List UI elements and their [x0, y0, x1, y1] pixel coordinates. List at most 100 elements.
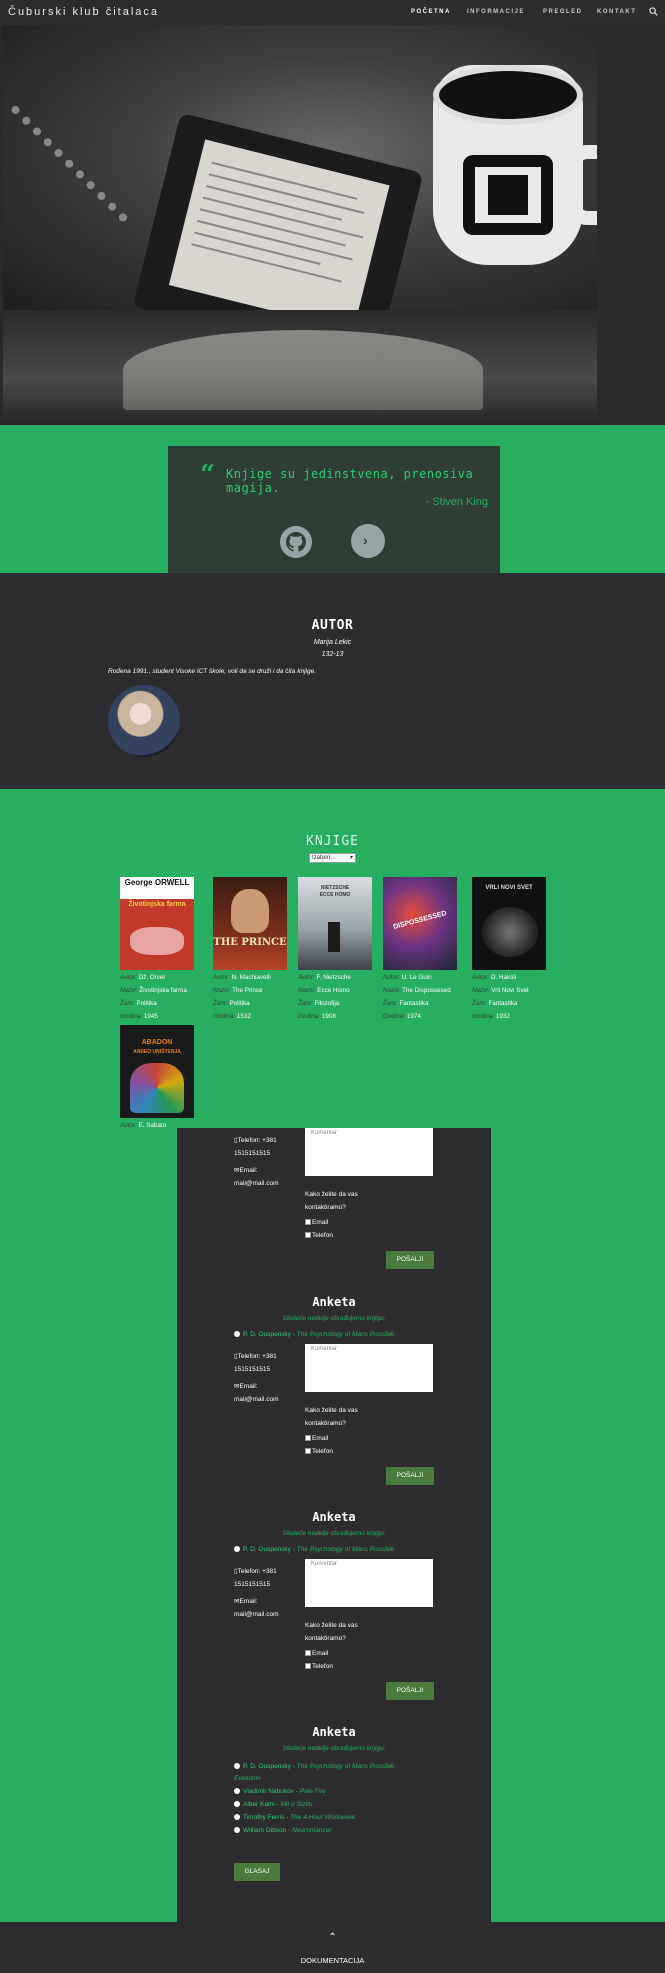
- nav-link-pocetna[interactable]: POČETNA: [411, 9, 451, 15]
- radio-button[interactable]: [234, 1788, 240, 1794]
- poll-option[interactable]: William Gibson - Neuromancer: [234, 1827, 332, 1834]
- book-author: E. Sabato: [138, 1122, 167, 1129]
- checkbox[interactable]: [305, 1232, 311, 1238]
- books-heading: KNJIGE: [306, 834, 359, 849]
- quote-panel: “ Knjige su jedinstvena, prenosiva magij…: [168, 446, 500, 573]
- book-title: The Prince: [232, 987, 263, 994]
- checkbox[interactable]: [305, 1650, 311, 1656]
- nav-link-informacije[interactable]: INFORMACIJE: [467, 9, 525, 15]
- open-book-illustration: [123, 330, 483, 410]
- book-genre: Fantastika: [399, 1000, 429, 1007]
- book-genre: Politika: [229, 1000, 250, 1007]
- radio-button[interactable]: [234, 1801, 240, 1807]
- book-title: Životinjska farma: [139, 987, 187, 994]
- contact-option-email[interactable]: Email: [305, 1216, 328, 1229]
- contact-method-label: Kako želite da vas kontaktiramo?: [305, 1407, 358, 1427]
- contact-option-phone[interactable]: Telefon: [305, 1660, 333, 1673]
- poll-title: Anketa: [312, 1725, 356, 1739]
- contact-option-phone[interactable]: Telefon: [305, 1445, 333, 1458]
- nav-link-pregled[interactable]: PREGLED: [543, 9, 583, 15]
- author-section: AUTOR Marija Lekic 132-13 Rođena 1991., …: [0, 573, 665, 789]
- author-heading: AUTOR: [311, 618, 354, 633]
- checkbox[interactable]: [305, 1448, 311, 1454]
- contact-option-email[interactable]: Email: [305, 1432, 328, 1445]
- book-cover: ABADON ANĐEO UNIŠTENJA: [120, 1025, 194, 1118]
- poll-title: Anketa: [312, 1510, 356, 1524]
- hero-image: [0, 25, 665, 425]
- book-author: Dž. Orvel: [138, 974, 165, 981]
- book-author: O. Haksli: [490, 974, 517, 981]
- contact-email: ✉Email: mail@mail.com: [234, 1383, 279, 1403]
- contact-phone: ▯Telefon: +381 1515151515: [234, 1353, 277, 1373]
- book-year: 1945: [143, 1013, 158, 1020]
- comment-textarea[interactable]: Komentar: [305, 1128, 433, 1176]
- book-card[interactable]: THE PRINCE Autor: N. Machiavelli Naziv: …: [213, 877, 291, 1023]
- chevron-right-icon: ›: [363, 532, 368, 548]
- book-genre: Fantastika: [488, 1000, 518, 1007]
- book-author: F. Nietzsche: [316, 974, 351, 981]
- footer: ⌃ DOKUMENTACIJA: [0, 1922, 665, 1973]
- send-button[interactable]: POŠALJI: [386, 1682, 434, 1700]
- send-button[interactable]: POŠALJI: [386, 1467, 434, 1485]
- avatar: [108, 685, 180, 757]
- search-icon[interactable]: [649, 7, 658, 16]
- book-title: Ecce Homo: [317, 987, 350, 994]
- contact-option-email[interactable]: Email: [305, 1647, 328, 1660]
- comment-textarea[interactable]: Komentar: [305, 1344, 433, 1392]
- poll-option[interactable]: Timothy Ferris - The 4-Hour Workweek: [234, 1814, 355, 1821]
- contact-phone: ▯Telefon: +381 1515151515: [234, 1568, 277, 1588]
- book-author: N. Machiavelli: [231, 974, 271, 981]
- radio-button[interactable]: [234, 1546, 240, 1552]
- contact-option-phone[interactable]: Telefon: [305, 1229, 333, 1242]
- brand-logo[interactable]: Čuburski klub čitalaca: [8, 6, 159, 18]
- checkbox[interactable]: [305, 1219, 311, 1225]
- radio-button[interactable]: [234, 1827, 240, 1833]
- contact-email: ✉Email: mail@mail.com: [234, 1167, 279, 1187]
- poll-option[interactable]: Vladimir Nabokov - Pale Fire: [234, 1788, 326, 1795]
- radio-button[interactable]: [234, 1331, 240, 1337]
- author-bio: Rođena 1991., student Visoke ICT škole, …: [108, 668, 316, 675]
- documentation-link[interactable]: DOKUMENTACIJA: [0, 1956, 665, 1965]
- poll-subtitle: Sledeće nedelje obrađujemo knjigu:: [282, 1530, 386, 1537]
- hero-photo-kindle-coffee: [3, 25, 623, 368]
- hero-side-panel: [597, 25, 665, 425]
- book-year: 1532: [236, 1013, 251, 1020]
- contact-phone: ▯Telefon: +381 1515151515: [234, 1137, 277, 1157]
- poll-option[interactable]: Alber Kami - Mit o Sizifu: [234, 1801, 312, 1808]
- book-cover: DISPOSSESSED: [383, 877, 457, 970]
- comment-textarea[interactable]: Komentar: [305, 1559, 433, 1607]
- next-quote-button[interactable]: ›: [351, 524, 385, 558]
- poll-option[interactable]: P. D. Ouspensky - The Psychology of Mans…: [234, 1761, 414, 1785]
- checkbox[interactable]: [305, 1663, 311, 1669]
- book-title: The Dispossesed: [402, 987, 451, 994]
- book-card[interactable]: NIETZSCHE ECCE HOMO Autor: F. Nietzsche …: [298, 877, 376, 1023]
- quote-text: Knjige su jedinstvena, prenosiva magija.: [226, 467, 474, 495]
- poll-subtitle: Sledeće nedelje obrađujemo knjigu:: [282, 1315, 386, 1322]
- poll-option[interactable]: P. D. Ouspensky - The Psychology of Mans…: [234, 1331, 394, 1338]
- book-cover: VRLI NOVI SVET: [472, 877, 546, 970]
- book-year: 1932: [495, 1013, 510, 1020]
- nav-link-kontakt[interactable]: KONTAKT: [597, 9, 636, 15]
- author-name: Marija Lekic: [313, 639, 352, 646]
- vote-button[interactable]: GLASAJ: [234, 1863, 280, 1881]
- book-card[interactable]: DISPOSSESSED Autor: U. Le Guin Naziv: Th…: [383, 877, 461, 1023]
- book-card[interactable]: ABADON ANĐEO UNIŠTENJA Autor: E. Sabato: [120, 1025, 198, 1132]
- poll-option[interactable]: P. D. Ouspensky - The Psychology of Mans…: [234, 1546, 394, 1553]
- github-button[interactable]: [280, 526, 312, 558]
- book-year: 1908: [321, 1013, 336, 1020]
- book-cover: George ORWELL Životinjska farma: [120, 877, 194, 970]
- quote-icon: “: [200, 460, 215, 490]
- radio-button[interactable]: [234, 1814, 240, 1820]
- books-filter-select[interactable]: Izaberi...: [309, 853, 356, 863]
- send-button[interactable]: POŠALJI: [386, 1251, 434, 1269]
- quote-author: - Stiven King: [425, 496, 488, 508]
- checkbox[interactable]: [305, 1435, 311, 1441]
- book-genre: Filozofija: [314, 1000, 340, 1007]
- book-card[interactable]: George ORWELL Životinjska farma Autor: D…: [120, 877, 198, 1023]
- author-index: 132-13: [321, 651, 344, 658]
- poll-subtitle: Sledeće nedelje obrađujemo knjigu:: [282, 1745, 386, 1752]
- book-card[interactable]: VRLI NOVI SVET Autor: O. Haksli Naziv: V…: [472, 877, 550, 1023]
- chevron-up-icon[interactable]: ⌃: [0, 1932, 665, 1943]
- book-year: 1974: [406, 1013, 421, 1020]
- radio-button[interactable]: [234, 1763, 240, 1769]
